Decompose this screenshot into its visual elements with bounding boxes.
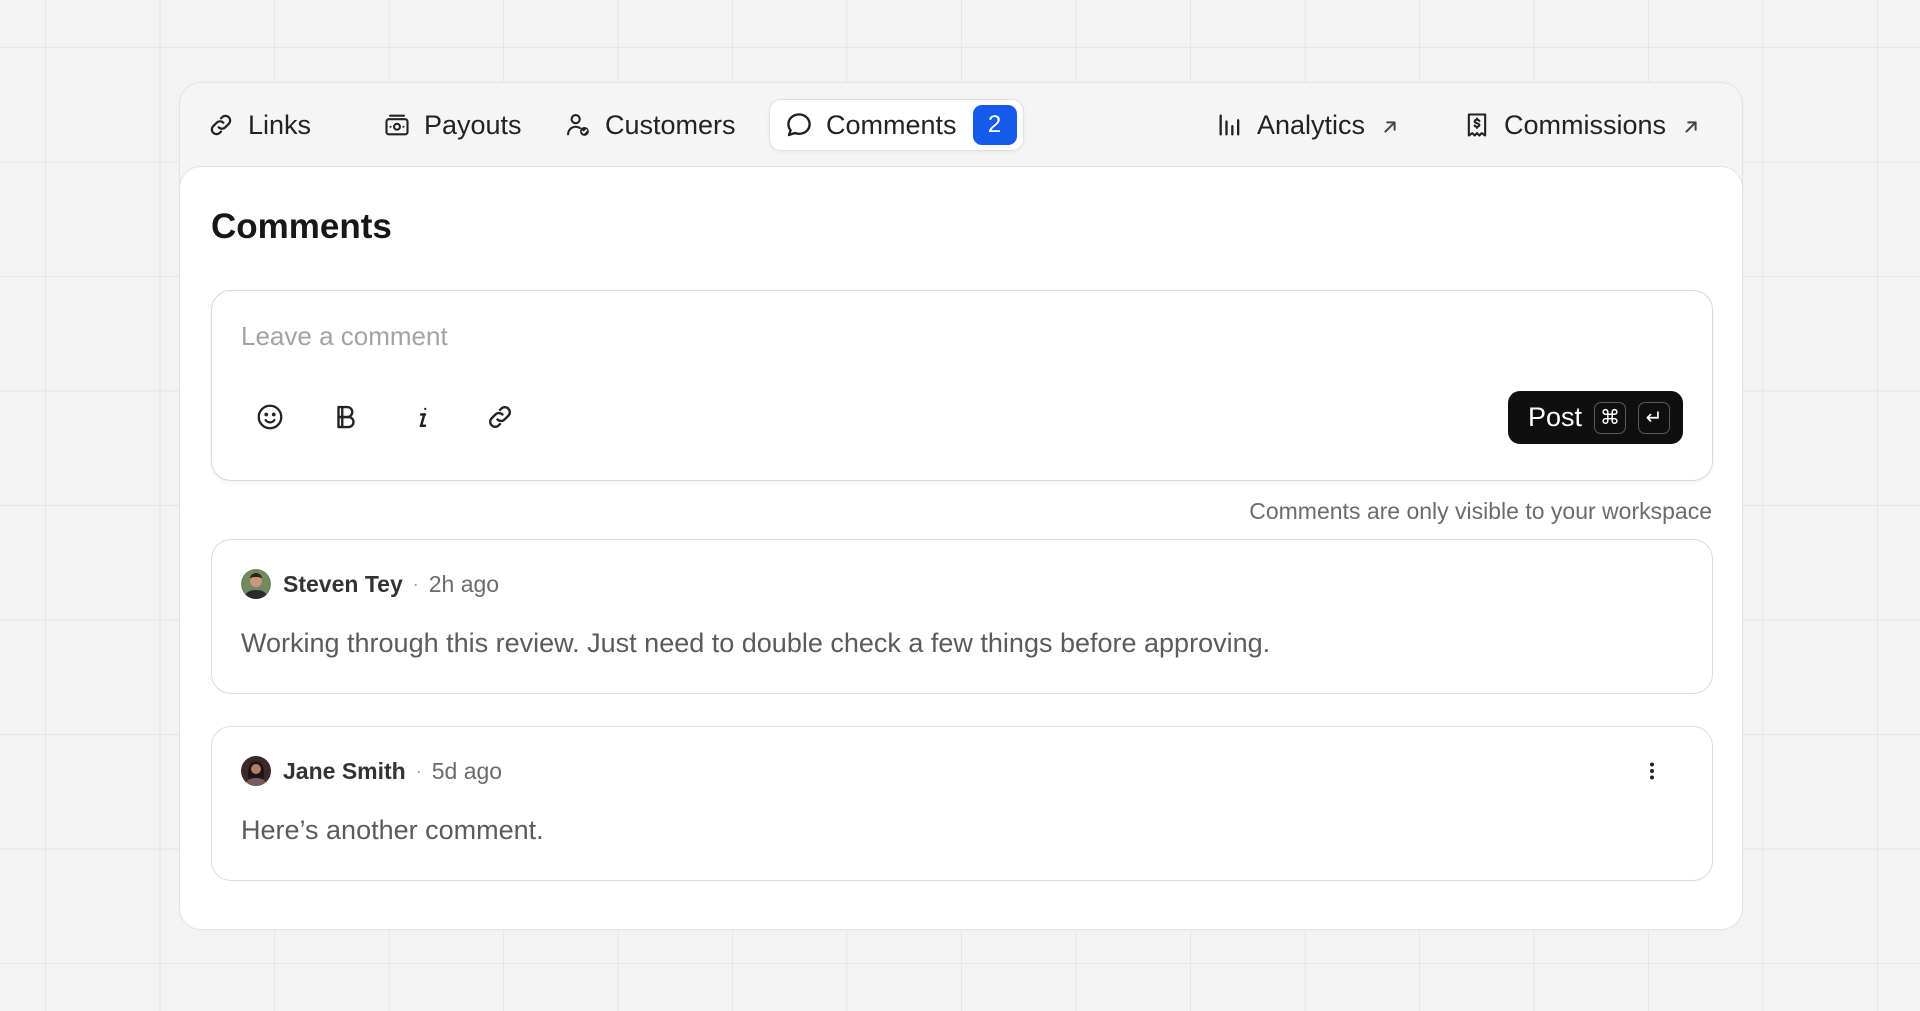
bold-button[interactable]	[324, 397, 368, 441]
comment-header: Steven Tey · 2h ago	[241, 569, 499, 599]
comment-body: Working through this review. Just need t…	[241, 628, 1271, 658]
emoji-button[interactable]	[248, 397, 292, 441]
tab-analytics[interactable]: Analytics	[1201, 99, 1415, 151]
page-title: Comments	[211, 207, 392, 246]
link-icon	[206, 110, 236, 140]
external-link-icon	[1680, 114, 1702, 136]
tab-commissions[interactable]: Commissions	[1448, 99, 1716, 151]
comment-input[interactable]	[241, 321, 1341, 352]
receipt-icon	[1462, 110, 1492, 140]
comments-panel: Links Payouts Customers Comments 2 Analy…	[179, 82, 1743, 930]
comment-card: Steven Tey · 2h ago Working through this…	[211, 539, 1713, 694]
tab-bar: Links Payouts Customers Comments 2 Analy…	[180, 83, 1742, 167]
comments-content: Comments Leave a comment Post ⌘ ↵ Commen…	[179, 166, 1743, 930]
post-button[interactable]: Post ⌘ ↵	[1507, 391, 1683, 444]
separator-dot: ·	[415, 760, 422, 781]
tab-commissions-label: Commissions	[1504, 109, 1667, 140]
tab-links-label: Links	[248, 109, 312, 140]
comment-card: Jane Smith · 5d ago Here’s another comme…	[211, 726, 1713, 881]
avatar[interactable]	[241, 569, 271, 599]
enter-key-icon: ↵	[1638, 401, 1670, 434]
bar-chart-icon	[1215, 110, 1245, 140]
italic-icon	[408, 402, 438, 437]
post-button-label: Post	[1527, 402, 1582, 432]
comments-count-badge: 2	[972, 105, 1017, 145]
payouts-icon	[382, 110, 412, 140]
link-button[interactable]	[478, 397, 522, 441]
tab-payouts[interactable]: Payouts	[368, 99, 536, 151]
comment-author: Steven Tey	[283, 570, 403, 597]
comment-timestamp: 5d ago	[431, 757, 503, 784]
tab-links[interactable]: Links	[192, 99, 325, 151]
bold-icon	[331, 402, 361, 437]
more-vertical-icon	[1640, 759, 1664, 788]
tab-customers[interactable]: Customers	[549, 99, 750, 151]
avatar[interactable]	[241, 756, 271, 786]
tab-comments-label: Comments	[826, 109, 957, 140]
comment-timestamp: 2h ago	[428, 570, 500, 597]
comment-body: Here’s another comment.	[241, 815, 544, 845]
command-key-icon: ⌘	[1594, 401, 1626, 434]
emoji-icon	[255, 402, 285, 437]
link-icon	[485, 402, 515, 437]
comment-header: Jane Smith · 5d ago	[241, 756, 502, 786]
italic-button[interactable]	[401, 397, 445, 441]
comment-author: Jane Smith	[283, 757, 406, 784]
tab-payouts-label: Payouts	[424, 109, 522, 140]
visibility-note: Comments are only visible to your worksp…	[1249, 498, 1712, 524]
tab-comments[interactable]: Comments 2	[769, 99, 1024, 151]
separator-dot: ·	[412, 573, 419, 594]
comment-icon	[784, 110, 814, 140]
tab-analytics-label: Analytics	[1257, 109, 1366, 140]
tab-customers-label: Customers	[605, 109, 736, 140]
external-link-icon	[1379, 114, 1401, 136]
comment-options-button[interactable]	[1634, 755, 1670, 791]
customers-icon	[563, 110, 593, 140]
comment-composer: Post ⌘ ↵	[211, 290, 1713, 481]
